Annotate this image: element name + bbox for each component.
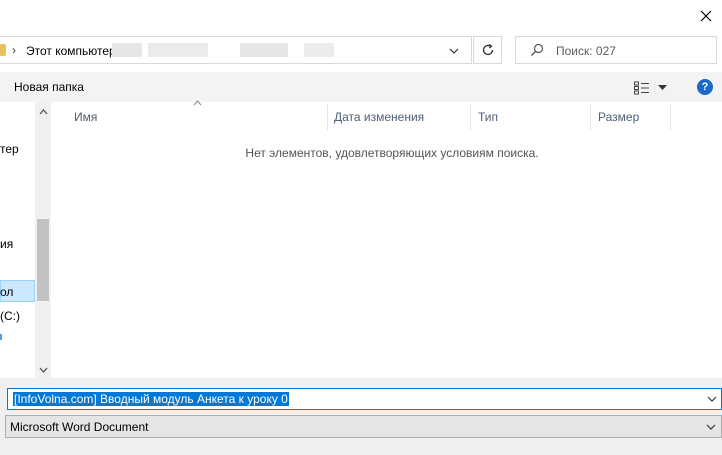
nav-item[interactable]: тер: [0, 142, 19, 156]
redacted-path: [112, 43, 142, 57]
search-box[interactable]: Поиск: 027: [515, 36, 717, 64]
chevron-down-icon: [658, 85, 667, 90]
column-divider[interactable]: [470, 104, 471, 130]
nav-scrollbar-thumb[interactable]: [37, 219, 49, 301]
window-titlebar: [0, 0, 722, 34]
filename-dropdown-button[interactable]: [705, 392, 719, 406]
nav-scroll-up-button[interactable]: [36, 106, 50, 118]
close-button[interactable]: [690, 0, 722, 32]
redacted-path: [240, 43, 288, 57]
refresh-button[interactable]: [473, 36, 502, 64]
search-icon: [531, 43, 544, 56]
filetype-select[interactable]: Microsoft Word Document: [5, 415, 722, 438]
nav-item-selected[interactable]: ол: [0, 285, 13, 299]
search-input[interactable]: Поиск: 027: [556, 44, 616, 58]
chevron-down-icon: [39, 367, 47, 373]
nav-item[interactable]: ия: [0, 237, 13, 251]
column-header-type[interactable]: Тип: [478, 110, 498, 124]
empty-results-message: Нет элементов, удовлетворяющих условиям …: [245, 146, 539, 160]
breadcrumb-separator: ›: [12, 43, 16, 57]
help-icon: ?: [701, 81, 709, 93]
redacted-path: [304, 43, 334, 57]
toolbar: Новая папка ?: [0, 72, 722, 102]
breadcrumb-this-pc[interactable]: Этот компьютер: [26, 44, 116, 58]
column-divider[interactable]: [590, 104, 591, 130]
filename-input[interactable]: [InfoVolna.com] Вводный модуль Анкета к …: [7, 388, 722, 410]
column-divider[interactable]: [670, 104, 671, 130]
filetype-value[interactable]: Microsoft Word Document: [10, 420, 149, 434]
help-button[interactable]: ?: [697, 79, 713, 95]
new-folder-button[interactable]: Новая папка: [14, 80, 84, 94]
column-header-size[interactable]: Размер: [598, 110, 639, 124]
nav-item-drive-c[interactable]: (C:): [0, 309, 20, 323]
nav-scroll-down-button[interactable]: [36, 364, 50, 376]
view-options-icon: [634, 81, 649, 95]
refresh-icon: [482, 43, 493, 56]
sort-ascending-icon: [193, 100, 202, 106]
chevron-up-icon: [39, 109, 47, 115]
address-dropdown-button[interactable]: [446, 43, 462, 59]
folder-icon: [0, 44, 6, 56]
column-divider[interactable]: [327, 104, 328, 130]
chevron-down-icon: [707, 396, 717, 402]
column-header-row: Имя Дата изменения Тип Размер: [52, 104, 722, 130]
chevron-down-icon: [706, 424, 716, 430]
chevron-down-icon: [449, 48, 459, 54]
nav-item-marker: [0, 334, 2, 340]
view-options-button[interactable]: [634, 80, 674, 96]
redacted-path: [148, 43, 208, 57]
column-header-name[interactable]: Имя: [74, 110, 97, 124]
column-header-date[interactable]: Дата изменения: [334, 110, 424, 124]
filename-value[interactable]: [InfoVolna.com] Вводный модуль Анкета к …: [13, 392, 289, 406]
close-icon: [700, 10, 712, 22]
filetype-dropdown-button[interactable]: [704, 420, 718, 434]
address-bar[interactable]: › Этот компьютер: [0, 36, 472, 64]
